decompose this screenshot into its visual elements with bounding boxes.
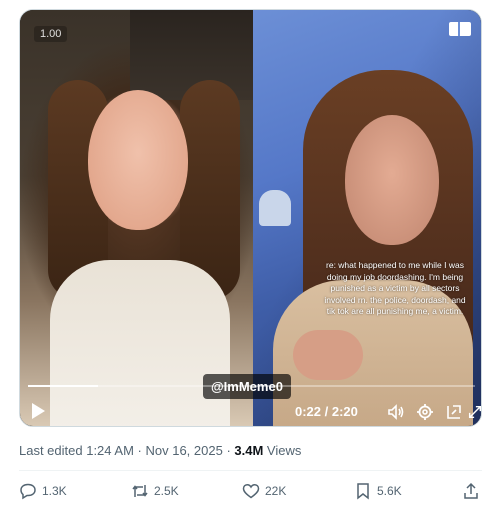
share-button[interactable] — [462, 482, 480, 500]
post-actions-bar: 1.3K 2.5K 22K 5.6K — [0, 480, 487, 506]
views-count: 3.4M — [234, 443, 264, 458]
video-frame-left — [20, 10, 253, 426]
face-shape — [345, 115, 439, 245]
heart-icon — [242, 483, 260, 499]
repost-count: 2.5K — [154, 484, 179, 498]
meta-separator: · — [133, 443, 146, 458]
reply-count: 1.3K — [42, 484, 67, 498]
edited-timestamp[interactable]: Last edited 1:24 AM — [19, 443, 134, 458]
bookmark-count: 5.6K — [377, 484, 402, 498]
post-metadata: Last edited 1:24 AM · Nov 16, 2025 · 3.4… — [19, 443, 301, 458]
hand-shape — [293, 330, 363, 380]
post-container: 1.00 re: what happened to me while I was… — [0, 0, 487, 512]
volume-icon[interactable] — [387, 403, 405, 421]
settings-gear-icon[interactable] — [416, 403, 434, 421]
play-icon[interactable] — [30, 402, 46, 420]
video-time-display: 0:22 / 2:20 — [295, 404, 358, 419]
picture-in-picture-icon[interactable] — [445, 403, 463, 421]
like-button[interactable]: 22K — [242, 482, 286, 500]
video-progress-bar[interactable] — [28, 385, 475, 387]
reply-icon — [20, 483, 36, 500]
like-count: 22K — [265, 484, 287, 498]
video-controls: 0:22 / 2:20 — [20, 394, 482, 426]
bookmark-button[interactable]: 5.6K — [354, 482, 402, 500]
post-date[interactable]: Nov 16, 2025 — [145, 443, 222, 458]
playback-speed-label: 1.00 — [34, 26, 68, 42]
face-shape — [88, 90, 188, 230]
lamp-shape — [259, 190, 291, 226]
views-label: Views — [263, 443, 302, 458]
video-player[interactable]: 1.00 re: what happened to me while I was… — [19, 9, 482, 427]
reply-button[interactable]: 1.3K — [19, 482, 67, 500]
meta-separator: · — [222, 443, 235, 458]
layout-icon[interactable] — [449, 22, 471, 36]
video-frame-right — [253, 10, 481, 426]
fullscreen-icon[interactable] — [467, 403, 482, 421]
share-icon — [464, 482, 478, 499]
repost-icon — [132, 485, 148, 497]
divider — [19, 470, 482, 471]
video-caption-overlay: re: what happened to me while I was doin… — [324, 260, 466, 316]
bookmark-icon — [357, 483, 369, 500]
repost-button[interactable]: 2.5K — [131, 482, 179, 500]
video-progress-fill — [28, 385, 99, 387]
